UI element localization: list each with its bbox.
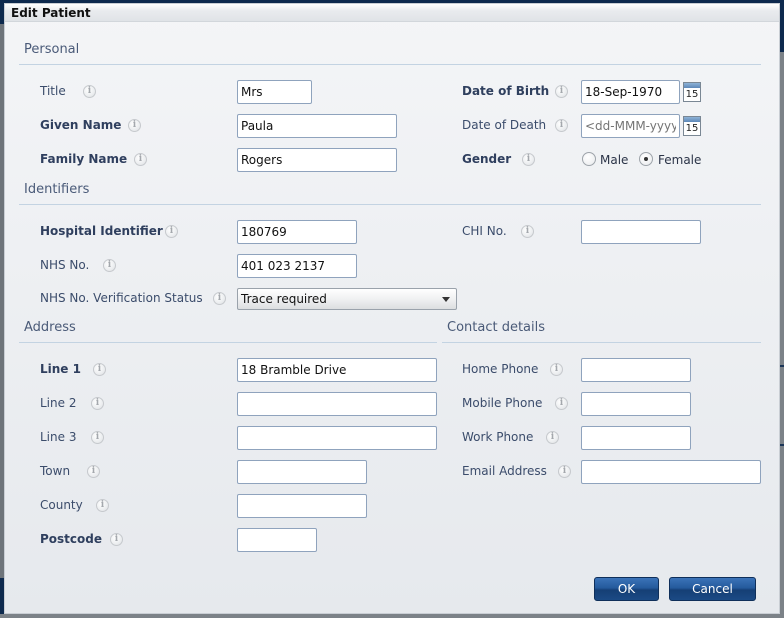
mobile-phone-input[interactable]	[581, 392, 691, 416]
gender-info-icon[interactable]: i	[522, 153, 535, 166]
cancel-button[interactable]: Cancel	[669, 577, 756, 601]
town-input[interactable]	[237, 460, 367, 484]
town-info-icon[interactable]: i	[87, 465, 100, 478]
given-name-info-icon[interactable]: i	[128, 119, 141, 132]
town-label: Town	[40, 464, 71, 478]
family-name-label: Family Name	[40, 152, 128, 166]
nhs-no-info-icon[interactable]: i	[103, 259, 116, 272]
nhs-verification-info-icon[interactable]: i	[213, 292, 226, 305]
line1-label: Line 1	[40, 362, 81, 376]
gender-male-radio[interactable]	[582, 152, 596, 166]
dialog-titlebar[interactable]: Edit Patient	[5, 4, 779, 22]
section-address-divider	[19, 342, 437, 343]
county-input[interactable]	[237, 494, 367, 518]
background-app-right	[780, 0, 784, 618]
chi-no-label: CHI No.	[462, 224, 507, 238]
gender-male-label[interactable]: Male	[600, 153, 628, 167]
postcode-info-icon[interactable]: i	[110, 533, 123, 546]
date-of-death-input[interactable]	[581, 114, 680, 138]
section-personal-divider	[19, 64, 761, 65]
chi-no-info-icon[interactable]: i	[521, 225, 534, 238]
section-address-heading: Address	[24, 320, 76, 335]
mobile-phone-info-icon[interactable]: i	[555, 397, 568, 410]
line3-label: Line 3	[40, 430, 77, 444]
section-contact-heading: Contact details	[447, 320, 546, 335]
title-input[interactable]	[237, 80, 312, 104]
edit-patient-dialog: Edit Patient Personal Title i Given Name…	[4, 3, 780, 614]
line3-input[interactable]	[237, 426, 437, 450]
section-identifiers-heading: Identifiers	[24, 182, 90, 197]
postcode-input[interactable]	[237, 528, 317, 552]
section-contact-divider	[442, 342, 761, 343]
email-address-info-icon[interactable]: i	[558, 465, 571, 478]
given-name-label: Given Name	[40, 118, 122, 132]
gender-female-label[interactable]: Female	[658, 153, 701, 167]
hospital-identifier-input[interactable]	[237, 220, 357, 244]
home-phone-label: Home Phone	[462, 362, 539, 376]
ok-button[interactable]: OK	[594, 577, 659, 601]
email-address-input[interactable]	[581, 460, 761, 484]
date-of-death-calendar-icon[interactable]: 15	[683, 116, 701, 136]
line2-input[interactable]	[237, 392, 437, 416]
postcode-label: Postcode	[40, 532, 103, 546]
hospital-identifier-info-icon[interactable]: i	[165, 225, 178, 238]
work-phone-input[interactable]	[581, 426, 691, 450]
family-name-input[interactable]	[237, 148, 397, 172]
hospital-identifier-label: Hospital Identifier	[40, 224, 163, 238]
work-phone-label: Work Phone	[462, 430, 534, 444]
line1-info-icon[interactable]: i	[93, 363, 106, 376]
email-address-label: Email Address	[462, 464, 547, 478]
chevron-down-icon	[442, 297, 450, 302]
line1-input[interactable]	[237, 358, 437, 382]
nhs-verification-label: NHS No. Verification Status	[40, 291, 203, 305]
section-identifiers-divider	[19, 204, 761, 205]
family-name-info-icon[interactable]: i	[134, 153, 147, 166]
section-personal-heading: Personal	[24, 42, 80, 57]
date-of-death-label: Date of Death	[462, 118, 547, 132]
background-app-bottom	[0, 614, 784, 618]
chi-no-input[interactable]	[581, 220, 701, 244]
date-of-birth-input[interactable]	[581, 80, 680, 104]
gender-female-radio[interactable]	[639, 152, 653, 166]
date-of-death-info-icon[interactable]: i	[555, 119, 568, 132]
given-name-input[interactable]	[237, 114, 397, 138]
line2-label: Line 2	[40, 396, 77, 410]
nhs-no-input[interactable]	[237, 254, 357, 278]
nhs-verification-selected: Trace required	[241, 292, 327, 306]
mobile-phone-label: Mobile Phone	[462, 396, 543, 410]
line3-info-icon[interactable]: i	[91, 431, 104, 444]
title-info-icon[interactable]: i	[83, 85, 96, 98]
date-of-birth-label: Date of Birth	[462, 84, 550, 98]
county-info-icon[interactable]: i	[96, 499, 109, 512]
line2-info-icon[interactable]: i	[91, 397, 104, 410]
gender-label: Gender	[462, 152, 512, 166]
title-label: Title	[40, 84, 66, 98]
home-phone-info-icon[interactable]: i	[550, 363, 563, 376]
date-of-birth-calendar-icon[interactable]: 15	[683, 82, 701, 102]
nhs-verification-select[interactable]: Trace required	[237, 288, 457, 310]
county-label: County	[40, 498, 83, 512]
date-of-birth-info-icon[interactable]: i	[555, 85, 568, 98]
nhs-no-label: NHS No.	[40, 258, 90, 272]
home-phone-input[interactable]	[581, 358, 691, 382]
work-phone-info-icon[interactable]: i	[546, 431, 559, 444]
dialog-title: Edit Patient	[11, 6, 91, 20]
